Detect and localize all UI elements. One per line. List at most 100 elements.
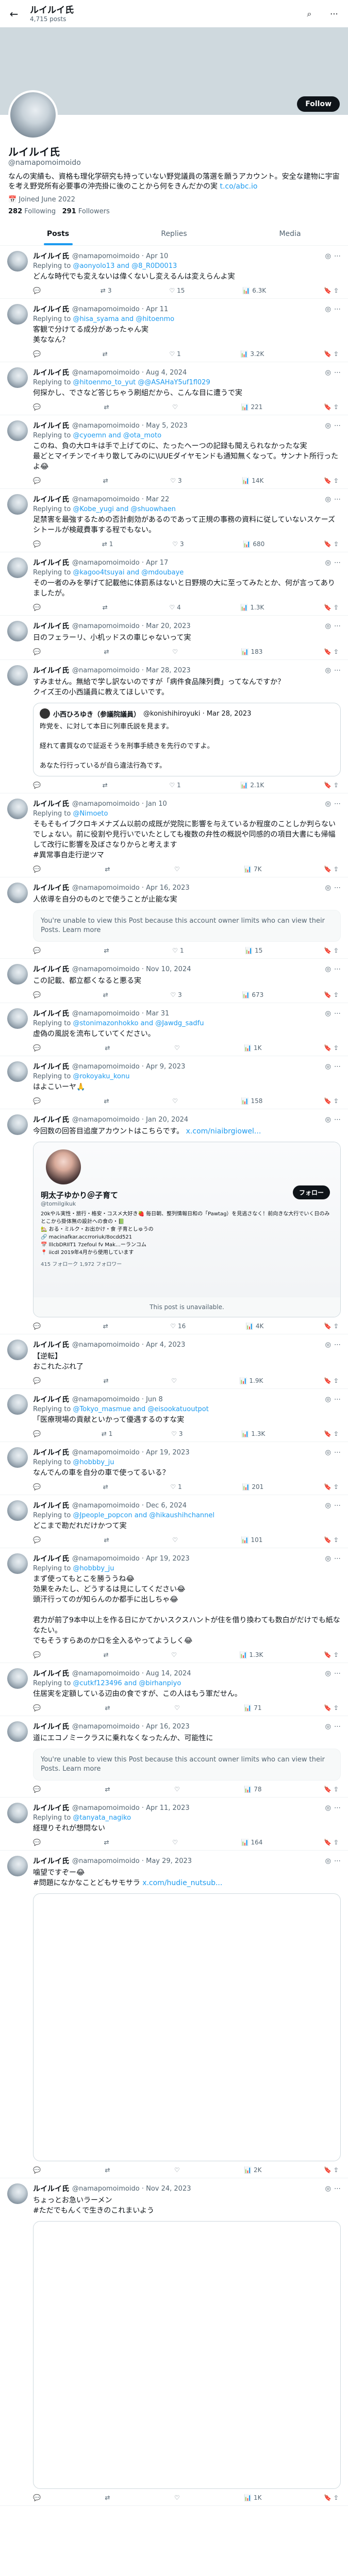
repost-action[interactable]: ⇄ bbox=[104, 1377, 111, 1384]
post[interactable]: ルイルイ氏 @namapomoimoido · Aug 14, 2024 ◎ ⋯ Rep… bbox=[0, 1663, 348, 1716]
bookmark-icon[interactable]: 🔖 bbox=[324, 782, 332, 789]
reply-to-handles[interactable]: @rokoyaku_konu bbox=[73, 1073, 129, 1080]
post[interactable]: ルイルイ氏 @namapomoimoido · Jan 20, 2024 ◎ ⋯ 今回数… bbox=[0, 1109, 348, 1334]
post-avatar[interactable] bbox=[7, 1394, 28, 1415]
grok-icon[interactable]: ◎ bbox=[325, 884, 331, 892]
post[interactable]: ルイルイ氏 @namapomoimoido · Apr 17 ◎ ⋯ Replying … bbox=[0, 552, 348, 616]
reply-action[interactable]: 💬 bbox=[33, 2494, 43, 2501]
bookmark-icon[interactable]: 🔖 bbox=[324, 2166, 332, 2174]
post-more-icon[interactable]: ⋯ bbox=[334, 496, 341, 503]
repost-action[interactable]: ⇄ bbox=[103, 1323, 110, 1330]
post-author-name[interactable]: ルイルイ氏 bbox=[33, 1856, 69, 1866]
share-icon[interactable]: ⇪ bbox=[334, 782, 339, 789]
views-action[interactable]: 📊 164 bbox=[241, 1839, 263, 1846]
repost-action[interactable]: ⇄ 1 bbox=[102, 1430, 113, 1437]
views-action[interactable]: 📊 7K bbox=[244, 866, 261, 873]
repost-action[interactable]: ⇄ 1 bbox=[102, 540, 113, 548]
repost-action[interactable]: ⇄ bbox=[103, 477, 110, 484]
views-action[interactable]: 📊 1.3K bbox=[241, 1430, 265, 1437]
embedded-video[interactable] bbox=[33, 2221, 341, 2489]
repost-action[interactable]: ⇄ bbox=[103, 350, 110, 358]
post-author-name[interactable]: ルイルイ氏 bbox=[33, 964, 69, 974]
post[interactable]: ルイルイ氏 @namapomoimoido · Aug 4, 2024 ◎ ⋯ Repl… bbox=[0, 362, 348, 415]
grok-icon[interactable]: ◎ bbox=[325, 306, 331, 313]
post-avatar[interactable] bbox=[7, 1803, 28, 1823]
reply-action[interactable]: 💬 bbox=[33, 648, 43, 655]
reply-to-handles[interactable]: @cutkf123496 and @birhanpiyo bbox=[73, 1680, 181, 1687]
reply-action[interactable]: 💬 bbox=[33, 947, 43, 954]
post-author-name[interactable]: ルイルイ氏 bbox=[33, 420, 69, 431]
repost-action[interactable]: ⇄ bbox=[103, 1483, 110, 1490]
post-avatar[interactable] bbox=[7, 1061, 28, 1082]
like-action[interactable]: ♡ bbox=[174, 2494, 182, 2501]
post-more-icon[interactable]: ⋯ bbox=[334, 1555, 341, 1563]
reply-to-handles[interactable]: @Kobe_yugi and @shuowhaen bbox=[73, 505, 175, 513]
grok-icon[interactable]: ◎ bbox=[325, 1116, 331, 1124]
back-arrow-icon[interactable]: ← bbox=[5, 5, 23, 23]
views-action[interactable]: 📊 71 bbox=[244, 1704, 261, 1711]
reply-to-handles[interactable]: @aonyolo13 and @8_R0D0013 bbox=[73, 262, 177, 270]
share-icon[interactable]: ⇪ bbox=[334, 1097, 339, 1105]
views-action[interactable]: 📊 221 bbox=[241, 403, 263, 411]
post-more-icon[interactable]: ⋯ bbox=[334, 306, 341, 313]
bookmark-icon[interactable]: 🔖 bbox=[324, 2494, 332, 2501]
share-icon[interactable]: ⇪ bbox=[334, 477, 339, 484]
post-more-icon[interactable]: ⋯ bbox=[334, 2185, 341, 2193]
reply-action[interactable]: 💬 bbox=[33, 1097, 43, 1105]
like-action[interactable]: ♡ 15 bbox=[169, 287, 185, 294]
like-action[interactable]: ♡ bbox=[174, 1704, 182, 1711]
views-action[interactable]: 📊 201 bbox=[242, 1483, 263, 1490]
post-author-name[interactable]: ルイルイ氏 bbox=[33, 1447, 69, 1458]
reply-action[interactable]: 💬 bbox=[33, 477, 43, 484]
repost-action[interactable]: ⇄ bbox=[104, 1651, 111, 1658]
reply-action[interactable]: 💬 bbox=[33, 782, 43, 789]
bookmark-icon[interactable]: 🔖 bbox=[324, 1536, 332, 1544]
like-action[interactable]: ♡ bbox=[172, 403, 180, 411]
post-more-icon[interactable]: ⋯ bbox=[334, 622, 341, 630]
profile-card-follow-button[interactable]: フォロー bbox=[292, 1185, 330, 1199]
repost-action[interactable]: ⇄ bbox=[104, 1839, 111, 1846]
post-more-icon[interactable]: ⋯ bbox=[334, 1063, 341, 1071]
share-icon[interactable]: ⇪ bbox=[334, 1323, 339, 1330]
post-avatar[interactable] bbox=[7, 304, 28, 325]
like-action[interactable]: ♡ bbox=[174, 866, 182, 873]
share-icon[interactable]: ⇪ bbox=[334, 1483, 339, 1490]
post[interactable]: ルイルイ氏 @namapomoimoido · Jan 10 ◎ ⋯ Replying … bbox=[0, 793, 348, 877]
reply-action[interactable]: 💬 bbox=[33, 287, 43, 294]
post-avatar[interactable] bbox=[7, 1856, 28, 1876]
views-action[interactable]: 📊 101 bbox=[241, 1536, 263, 1544]
embedded-video[interactable] bbox=[33, 1893, 341, 2161]
views-action[interactable]: 📊 1.9K bbox=[239, 1377, 263, 1384]
post-avatar[interactable] bbox=[7, 1553, 28, 1574]
grok-icon[interactable]: ◎ bbox=[325, 1857, 331, 1865]
post-author-name[interactable]: ルイルイ氏 bbox=[33, 1340, 69, 1350]
like-action[interactable]: ♡ bbox=[171, 1651, 179, 1658]
bookmark-icon[interactable]: 🔖 bbox=[324, 1483, 332, 1490]
reply-action[interactable]: 💬 bbox=[33, 403, 43, 411]
like-action[interactable]: ♡ 3 bbox=[170, 477, 181, 484]
bookmark-icon[interactable]: 🔖 bbox=[324, 1430, 332, 1437]
reply-action[interactable]: 💬 bbox=[33, 604, 43, 611]
views-action[interactable]: 📊 673 bbox=[242, 991, 263, 998]
reply-action[interactable]: 💬 bbox=[33, 1651, 43, 1658]
like-action[interactable]: ♡ 3 bbox=[171, 1430, 183, 1437]
post-author-name[interactable]: ルイルイ氏 bbox=[33, 304, 69, 314]
post-author-name[interactable]: ルイルイ氏 bbox=[33, 1803, 69, 1813]
profile-card[interactable]: フォロー 明太子ゆかり＠子育て @tomilgikuk 20kやル実性・旅行・格安・コ… bbox=[33, 1142, 341, 1317]
reply-to-handles[interactable]: @Jpeople_popcon and @hikaushihchannel bbox=[73, 1512, 214, 1519]
grok-icon[interactable]: ◎ bbox=[325, 1396, 331, 1403]
reply-action[interactable]: 💬 bbox=[33, 1483, 43, 1490]
reply-action[interactable]: 💬 bbox=[33, 1323, 43, 1330]
post-more-icon[interactable]: ⋯ bbox=[334, 1116, 341, 1124]
post[interactable]: ルイルイ氏 @namapomoimoido · Mar 22 ◎ ⋯ Replying … bbox=[0, 489, 348, 552]
views-action[interactable]: 📊 6.3K bbox=[242, 287, 266, 294]
grok-icon[interactable]: ◎ bbox=[325, 1010, 331, 1018]
post-more-icon[interactable]: ⋯ bbox=[334, 1010, 341, 1018]
repost-action[interactable]: ⇄ 3 bbox=[101, 287, 112, 294]
post-more-icon[interactable]: ⋯ bbox=[334, 1857, 341, 1865]
post-more-icon[interactable]: ⋯ bbox=[334, 1449, 341, 1456]
share-icon[interactable]: ⇪ bbox=[334, 1377, 339, 1384]
bookmark-icon[interactable]: 🔖 bbox=[324, 540, 332, 548]
reply-action[interactable]: 💬 bbox=[33, 866, 43, 873]
post-avatar[interactable] bbox=[7, 1447, 28, 1468]
